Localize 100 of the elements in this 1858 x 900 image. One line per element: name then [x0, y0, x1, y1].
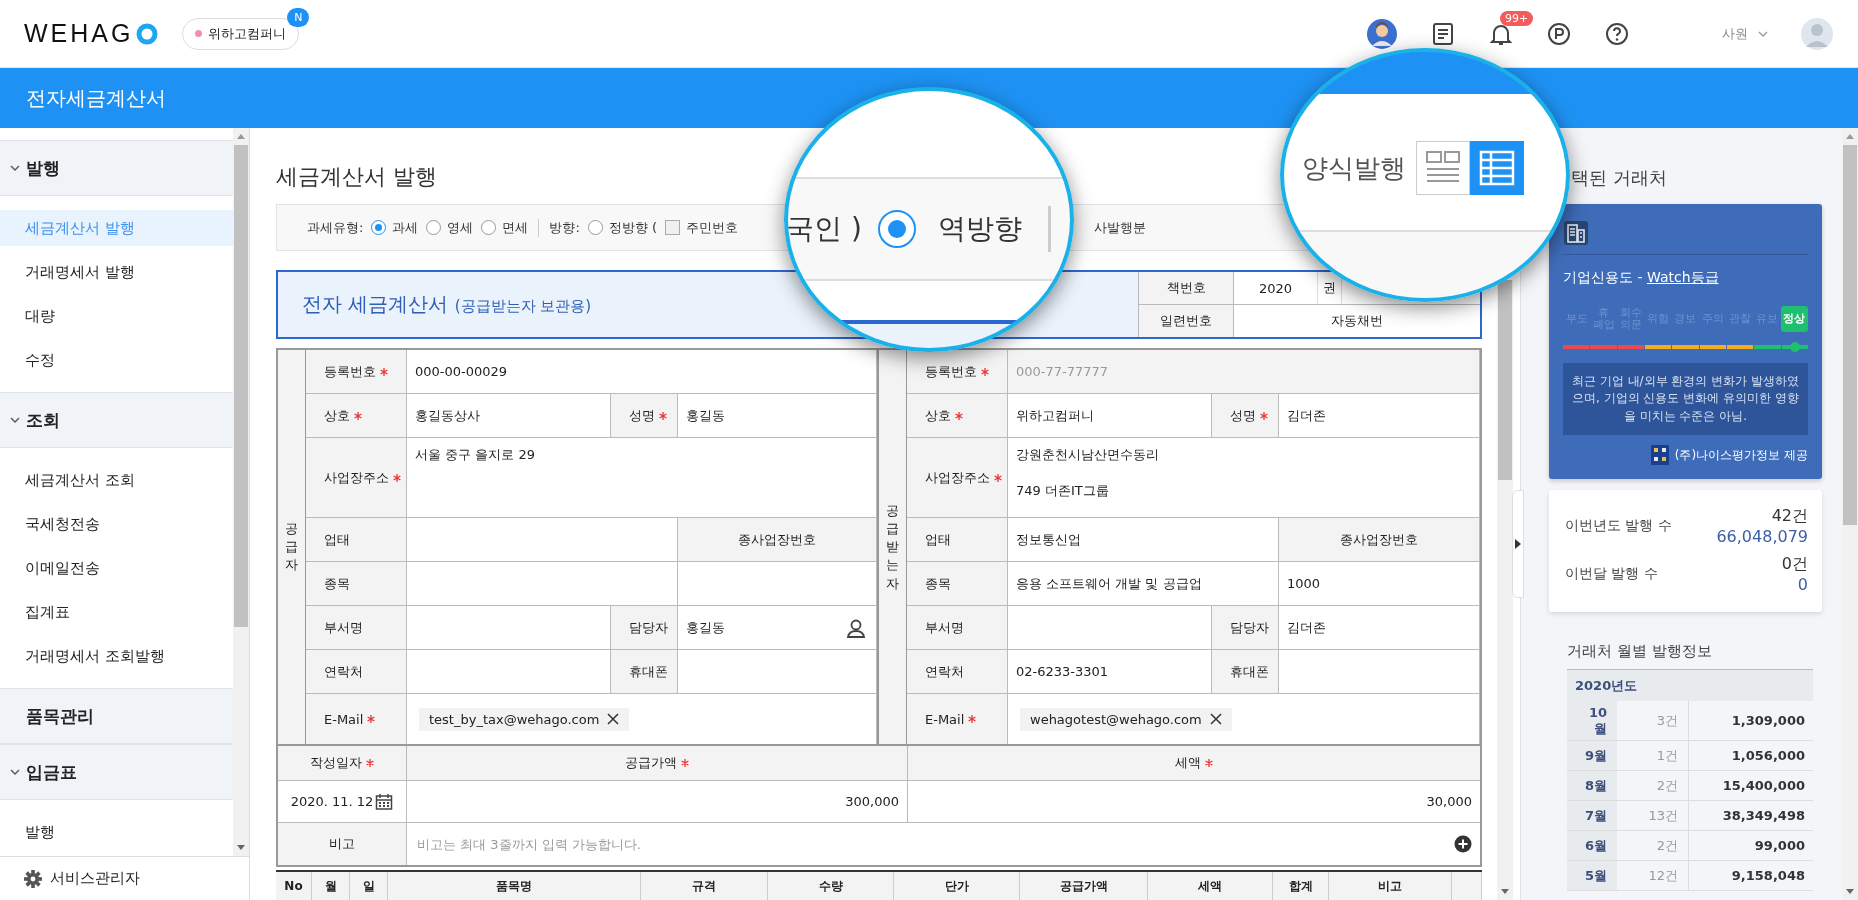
sidebar-item[interactable]: 수정 [0, 342, 233, 378]
sidebar-item[interactable]: 거래명세서 발행 [0, 254, 233, 290]
form-view-button[interactable] [1416, 141, 1470, 195]
radio-option[interactable]: 정방향 ( [587, 218, 657, 237]
input-field[interactable]: 1000 [1279, 562, 1480, 607]
table-icon [1478, 149, 1516, 187]
field-label: E-Mail [925, 711, 965, 727]
input-field[interactable] [407, 518, 678, 563]
building-icon [1563, 220, 1589, 246]
option-label: 사발행분 [1094, 218, 1146, 237]
table-cell-text: 10월 [1587, 705, 1607, 737]
help-icon[interactable] [1604, 20, 1630, 47]
input-field[interactable] [678, 650, 877, 695]
sidebar-item[interactable]: 거래명세서 조회발행 [0, 638, 233, 674]
person-icon[interactable] [846, 617, 866, 638]
field-label: 상호 [324, 406, 350, 425]
input-field[interactable]: 응용 소프트웨어 개발 및 공급업 [1008, 562, 1279, 607]
option-label: 방향: [549, 218, 580, 237]
field-label: 사업장주소 [324, 468, 389, 487]
column-heading: 작성일자 [310, 754, 362, 773]
checkbox-option[interactable]: 주민번호 [665, 218, 738, 237]
input-field[interactable] [1279, 650, 1480, 695]
table-cell: 1건 [1617, 741, 1689, 771]
scrollbar[interactable] [1497, 280, 1513, 900]
input-field[interactable] [407, 650, 611, 695]
input-field[interactable] [1008, 606, 1212, 651]
point-coin-icon[interactable] [1546, 20, 1572, 47]
input-field[interactable]: 02-6233-3301 [1008, 650, 1212, 695]
scrollbar[interactable] [233, 128, 249, 856]
input-field[interactable]: 위하고컴퍼니 [1008, 394, 1212, 439]
note-field[interactable]: 비고는 최대 3줄까지 입력 가능합니다. [415, 835, 1446, 853]
email-chip[interactable]: test_by_tax@wehago.com [419, 707, 630, 731]
table-cell: 책번호 [1138, 271, 1234, 305]
input-field[interactable]: 홍길동 [678, 394, 877, 439]
radio-option[interactable]: 영세 [426, 218, 474, 237]
input-field[interactable]: 김더존 [1279, 606, 1480, 651]
sidebar-group-header[interactable]: 품목관리 [0, 688, 233, 744]
service-admin-link[interactable]: 서비스관리자 [0, 856, 249, 900]
avatar-figure-icon[interactable] [1366, 17, 1398, 50]
grade-link[interactable]: Watch등급 [1646, 269, 1719, 285]
document-icon[interactable] [1430, 20, 1456, 47]
field-label: 성명 [1230, 406, 1256, 425]
sidebar-item[interactable]: 집계표 [0, 594, 233, 630]
collapse-handle[interactable] [1512, 490, 1524, 598]
section-title: 거래처 월별 발행정보 [1566, 642, 1713, 662]
panel-title: 택된 거래처 [1571, 166, 1667, 190]
view-mode-label: 양식발행 [1302, 151, 1406, 185]
page-title: 세금계산서 발행 [276, 163, 437, 192]
logo-icon [136, 22, 159, 45]
radio-option[interactable]: 역방향 [877, 210, 1022, 248]
settings-icon [24, 869, 42, 888]
input-field[interactable]: 300,000 [407, 781, 908, 824]
input-field[interactable]: 홍길동 [678, 606, 877, 651]
input-field[interactable]: 홍길동상사 [407, 394, 611, 439]
column-header: 규격 [641, 872, 768, 900]
table-cell: 13건 [1617, 801, 1689, 831]
sidebar-item[interactable]: 국세청전송 [0, 506, 233, 542]
user-menu[interactable]: 사원 [1722, 24, 1768, 43]
input-field[interactable]: 000-00-00029 [407, 350, 877, 395]
radio-option[interactable]: 과세 [371, 218, 419, 237]
calendar-icon[interactable] [375, 792, 394, 811]
input-field[interactable] [678, 562, 877, 607]
field-label: 등록번호 [324, 362, 376, 381]
close-icon[interactable] [607, 713, 620, 726]
grade-badge: 정상 [1780, 305, 1808, 333]
user-avatar[interactable] [1800, 16, 1834, 51]
sidebar-item[interactable]: 세금계산서 조회 [0, 462, 233, 498]
input-field[interactable] [407, 562, 678, 607]
field-label: 부서명 [324, 618, 363, 637]
scrollbar[interactable] [1842, 128, 1858, 900]
invoice-title: 전자 세금계산서 (공급받는자 보관용) [301, 291, 592, 319]
input-field[interactable] [407, 606, 611, 651]
column-heading: 세액 [1175, 754, 1201, 773]
input-field[interactable]: 30,000 [908, 781, 1480, 824]
input-field[interactable]: 정보통신업 [1008, 518, 1279, 563]
address-field[interactable]: 서울 중구 을지로 29 [407, 438, 877, 519]
table-cell-text: 자동채번 [1330, 312, 1384, 331]
close-icon[interactable] [1209, 713, 1222, 726]
sidebar-item[interactable]: 대량 [0, 298, 233, 334]
radio-option[interactable]: 면세 [481, 218, 529, 237]
table-cell-text: 8월 [1583, 778, 1607, 794]
add-icon[interactable] [1454, 835, 1472, 854]
sidebar-group-header[interactable]: 입금표 [0, 744, 233, 800]
sidebar-group-header[interactable]: 발행 [0, 140, 233, 196]
option-label: 국인 ) [788, 211, 862, 247]
stat-count: 0건 [1781, 554, 1808, 576]
table-cell-text: 38,349,498 [1721, 807, 1806, 826]
table-view-button[interactable] [1470, 141, 1524, 195]
sidebar-group-header[interactable]: 조회 [0, 392, 233, 448]
sidebar-item[interactable]: 이메일전송 [0, 550, 233, 586]
sidebar-item[interactable]: 발행 [0, 814, 233, 850]
stat-amount: 66,048,079 [1716, 527, 1808, 547]
field-label: 성명 [629, 406, 655, 425]
field-label: 상호 [925, 406, 951, 425]
field-label: 종목 [925, 574, 951, 593]
email-chip[interactable]: wehagotest@wehago.com [1020, 707, 1232, 731]
table-cell: 일련번호 [1138, 305, 1234, 338]
address-field[interactable]: 강원춘천시남산면수동리 749 더존IT그룹 [1008, 438, 1480, 519]
party-label: 공급자 [278, 350, 306, 745]
input-field[interactable]: 김더존 [1279, 394, 1480, 439]
